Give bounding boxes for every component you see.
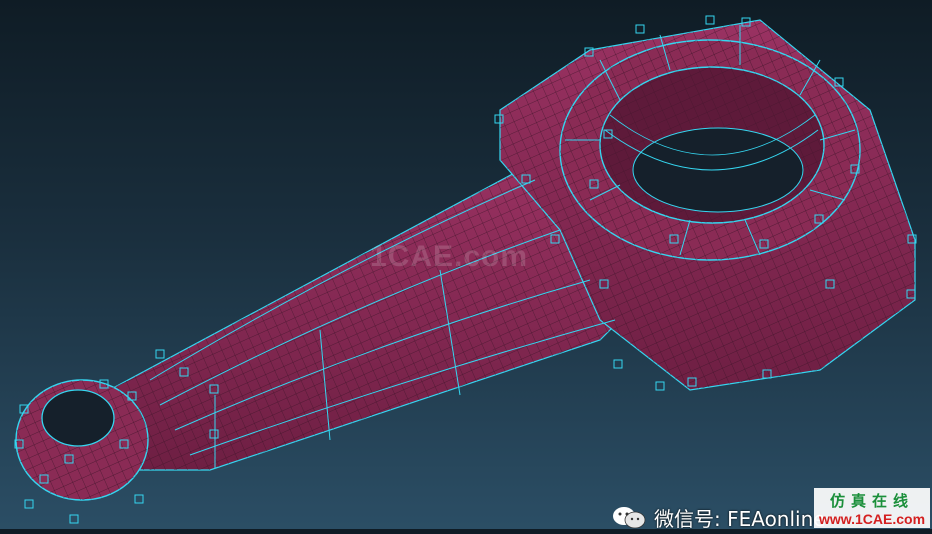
- site-logo: 仿真在线 www.1CAE.com: [814, 488, 930, 528]
- logo-url: www.1CAE.com: [818, 511, 926, 527]
- center-watermark: 1CAE.com: [370, 240, 529, 273]
- account-watermark: 微信号: FEAonline: [612, 505, 826, 531]
- small-end-bore: [41, 389, 115, 447]
- logo-title: 仿真在线: [829, 492, 914, 510]
- account-text: 微信号: FEAonline: [654, 506, 826, 531]
- wechat-icon: [612, 505, 646, 529]
